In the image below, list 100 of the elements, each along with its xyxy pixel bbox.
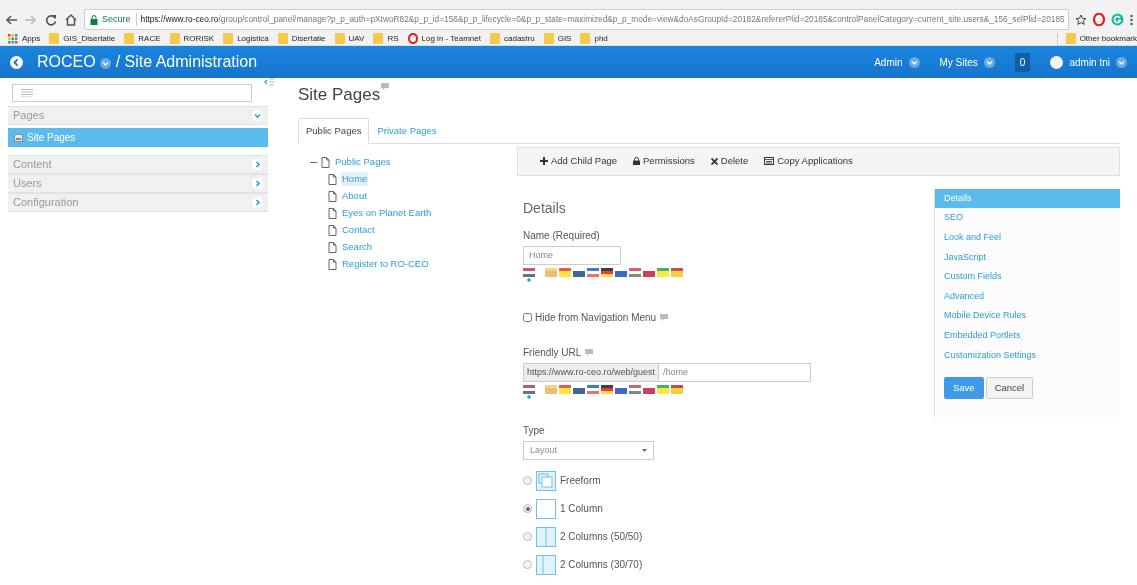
bookmark-label[interactable]: RS (387, 32, 399, 45)
flag-icon[interactable] (671, 384, 683, 394)
tree-item[interactable]: Eyes on Planet Earth (341, 206, 433, 221)
flag-icon[interactable] (615, 384, 627, 394)
close-icon (710, 157, 718, 165)
settings-nav-item[interactable]: Custom Fields (935, 267, 1120, 287)
caret-icon[interactable] (99, 58, 111, 69)
checkbox[interactable] (523, 312, 532, 322)
tree-item[interactable]: About (341, 189, 368, 204)
bookmark-label[interactable]: phd (594, 32, 608, 45)
flag-icon[interactable] (601, 267, 613, 277)
reload-icon[interactable] (44, 12, 58, 27)
panel-header[interactable]: Configuration (8, 193, 268, 212)
toolbar-button[interactable]: Permissions (633, 154, 695, 169)
grammar-icon[interactable] (1111, 13, 1124, 26)
name-field[interactable]: Home (523, 245, 621, 265)
type-select[interactable]: Layout (523, 440, 654, 460)
flag-icon[interactable] (643, 384, 655, 394)
radio-button[interactable] (523, 532, 532, 542)
settings-nav-item[interactable]: Customization Settings (935, 345, 1120, 366)
window-icon (764, 157, 775, 166)
bookmark-label[interactable]: Disertatie (291, 32, 326, 45)
bookmark-label[interactable]: Apps (22, 32, 41, 45)
page-icon (321, 156, 330, 168)
menu-button[interactable]: My Sites (939, 54, 995, 70)
flag-icon[interactable] (523, 384, 535, 399)
bookmark-label[interactable]: Other bookmark (1079, 32, 1137, 45)
caret-icon (642, 448, 647, 452)
panel-header[interactable]: Users (8, 174, 268, 193)
home-icon[interactable] (64, 12, 78, 27)
flag-icon[interactable] (573, 384, 585, 394)
radio-label: Freeform (560, 474, 601, 489)
back-icon[interactable] (10, 55, 23, 69)
tab[interactable]: Private Pages (369, 117, 445, 144)
tree-item[interactable]: Home (341, 172, 369, 187)
tree-item[interactable]: Public Pages (334, 155, 392, 170)
settings-nav-item[interactable]: SEO (935, 208, 1120, 228)
settings-nav-item[interactable]: Advanced (935, 286, 1120, 307)
save-button[interactable]: Save (944, 377, 984, 400)
panel-title: Pages (13, 108, 45, 124)
menu-button[interactable]: Admin (874, 54, 920, 70)
site-name[interactable]: ROCEO (37, 50, 96, 74)
settings-nav-item[interactable]: Mobile Device Rules (935, 306, 1120, 326)
bookmark-label[interactable]: cadastru (504, 32, 535, 45)
sidebar-item[interactable]: Site Pages (8, 128, 268, 147)
folder-icon (277, 33, 288, 44)
bookmark-label[interactable]: RACE (138, 32, 161, 45)
flag-icon[interactable] (573, 267, 585, 277)
menu-icon[interactable] (1130, 13, 1133, 26)
flag-icon[interactable] (601, 384, 613, 394)
opera-icon[interactable] (1093, 13, 1105, 26)
folder-icon (124, 33, 135, 44)
radio-label: 2 Columns (30/70) (560, 558, 643, 573)
settings-nav-item[interactable]: Look and Feel (935, 227, 1120, 248)
settings-nav-item[interactable]: Details (935, 188, 1120, 209)
bookmark-label[interactable]: Log in - Teamnet (421, 32, 481, 45)
search-field[interactable] (12, 84, 252, 102)
star-icon[interactable] (1075, 13, 1087, 26)
layout-icon (536, 526, 556, 547)
page-icon (328, 241, 337, 253)
folder-icon (490, 33, 500, 44)
radio-button[interactable] (523, 560, 532, 570)
flag-icon[interactable] (643, 267, 655, 277)
tab[interactable]: Public Pages (298, 117, 370, 144)
toolbar-button[interactable]: Copy Applications (764, 154, 853, 169)
panel-title: Content (13, 157, 52, 173)
folder-icon (169, 33, 180, 44)
bookmark-label[interactable]: RORISK (183, 32, 215, 45)
back-icon[interactable] (4, 12, 18, 27)
radio-button[interactable] (523, 476, 532, 486)
settings-nav-item[interactable]: Embedded Portlets (935, 325, 1120, 346)
panel-header[interactable]: Content (8, 155, 268, 174)
tree-item[interactable]: Register to RO-CEO (341, 257, 430, 272)
flag-icon[interactable] (523, 267, 535, 282)
friendly-url-field[interactable]: /home (659, 362, 811, 382)
tree-item[interactable]: Contact (341, 223, 376, 238)
bookmark-label[interactable]: GIS_Disertatie (63, 32, 116, 45)
notification-count[interactable]: 0 (1014, 52, 1031, 72)
radio-label: 1 Column (560, 502, 603, 517)
flag-icon[interactable] (615, 267, 627, 277)
folder-icon (373, 33, 384, 44)
toolbar-button[interactable]: Delete (710, 154, 749, 169)
cancel-button[interactable]: Cancel (985, 377, 1034, 400)
tree-item[interactable]: Search (341, 240, 374, 255)
layout-icon (536, 554, 556, 575)
bookmark-label[interactable]: UAV (348, 32, 365, 45)
flag-icon[interactable] (671, 267, 683, 277)
collapse-icon[interactable] (264, 78, 274, 88)
radio-label: 2 Columns (50/50) (560, 530, 643, 545)
panel-title: Users (13, 176, 42, 192)
user-menu[interactable]: admin tni (1050, 54, 1127, 70)
radio-button[interactable] (523, 504, 532, 514)
address-bar[interactable] (84, 9, 1069, 30)
layout-icon (536, 498, 556, 519)
settings-nav-item[interactable]: JavaScript (935, 247, 1120, 268)
layout-icon (536, 470, 556, 491)
toolbar-button[interactable]: Add Child Page (540, 154, 618, 169)
bookmark-label[interactable]: Logistica (237, 32, 269, 45)
bookmark-label[interactable]: GIS (557, 32, 572, 45)
panel-header[interactable]: Pages (8, 106, 268, 125)
